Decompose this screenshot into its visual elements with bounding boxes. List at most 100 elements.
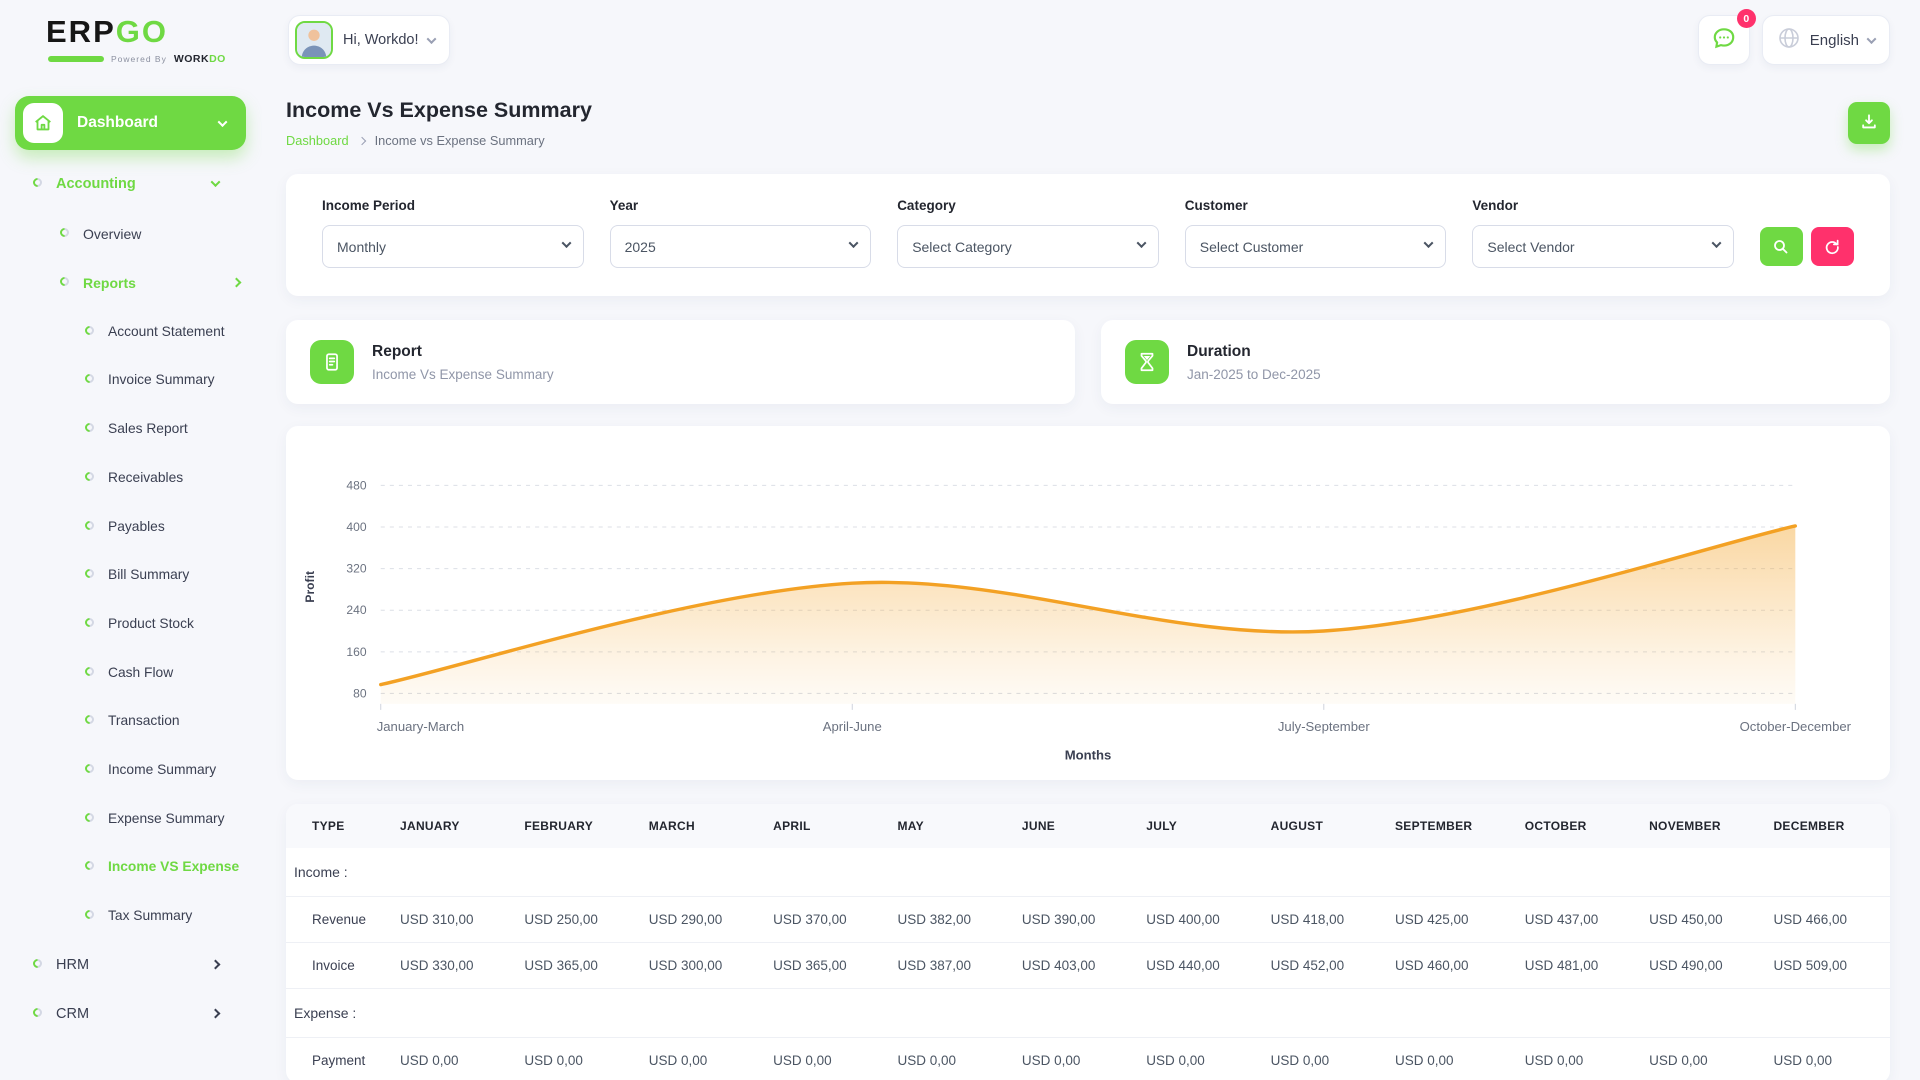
menu-bullet-icon [31, 1006, 44, 1020]
filter-field-category: Category Select Category [897, 198, 1159, 268]
sidebar-item-income-summary[interactable]: Income Summary [0, 746, 262, 795]
row-type: Invoice [286, 942, 392, 989]
breadcrumb-dashboard-link[interactable]: Dashboard [286, 133, 349, 148]
chevron-down-icon [217, 116, 228, 127]
duration-card-title: Duration [1187, 342, 1251, 360]
breadcrumb: Dashboard Income vs Expense Summary [286, 133, 592, 148]
sidebar-item-hrm[interactable]: HRM [0, 941, 262, 991]
notification-badge: 0 [1736, 9, 1756, 28]
search-button[interactable] [1759, 227, 1803, 266]
chevron-right-icon [210, 959, 221, 970]
income-period-select[interactable]: Monthly [322, 225, 584, 268]
sidebar-item-tax-summary[interactable]: Tax Summary [0, 892, 262, 941]
sidebar-item-accounting[interactable]: Accounting [0, 160, 262, 210]
column-header-february: FEBRUARY [516, 804, 641, 848]
cell-value: USD 300,00 [640, 942, 766, 989]
vendor-select[interactable]: Select Vendor [1472, 225, 1734, 268]
filter-field-customer: Customer Select Customer [1184, 198, 1447, 268]
logo-erp: ERP [46, 14, 116, 49]
cell-value: USD 0,00 [1262, 1037, 1387, 1080]
sidebar-item-receivables[interactable]: Receivables [0, 454, 262, 503]
select-wrap: 2025 [609, 225, 872, 268]
column-header-march: MARCH [640, 804, 766, 848]
report-card-text: Report Income Vs Expense Summary [372, 343, 554, 382]
sidebar-item-label: Sales Report [108, 421, 188, 437]
cell-value: USD 382,00 [889, 896, 1014, 943]
cell-value: USD 370,00 [765, 896, 890, 943]
sidebar-item-cash-flow[interactable]: Cash Flow [0, 649, 262, 698]
language-selector[interactable]: English [1761, 15, 1890, 65]
menu-bullet-icon [58, 225, 71, 239]
cell-value: USD 0,00 [1765, 1037, 1890, 1080]
sidebar-item-expense-summary[interactable]: Expense Summary [0, 795, 262, 844]
sidebar-item-crm[interactable]: CRM [0, 990, 262, 1040]
home-icon [23, 103, 63, 143]
filter-actions [1759, 227, 1854, 268]
dashboard-label: Dashboard [77, 114, 158, 131]
globe-icon [1777, 26, 1801, 54]
sidebar-item-bill-summary[interactable]: Bill Summary [0, 551, 262, 600]
column-header-april: APRIL [765, 804, 890, 848]
sidebar-item-label: Transaction [108, 713, 180, 729]
cell-value: USD 290,00 [640, 896, 766, 943]
cell-value: USD 452,00 [1262, 942, 1387, 989]
y-tick-label: 80 [353, 686, 367, 700]
sidebar-item-sales-report[interactable]: Sales Report [0, 405, 262, 454]
year-select[interactable]: 2025 [609, 225, 872, 268]
table-row-revenue: Revenue USD 310,00 USD 250,00 USD 290,00 USD… [286, 896, 1890, 943]
category-select[interactable]: Select Category [897, 225, 1159, 268]
sidebar-item-product-stock[interactable]: Product Stock [0, 600, 262, 649]
filter-label: Category [897, 198, 956, 213]
sidebar-item-invoice-summary[interactable]: Invoice Summary [0, 356, 262, 405]
page-header: Income Vs Expense Summary Dashboard Inco… [286, 98, 1890, 148]
sidebar-item-reports[interactable]: Reports [0, 259, 262, 308]
chevron-down-icon [210, 177, 221, 188]
notifications-button[interactable]: 0 [1697, 9, 1756, 65]
cell-value: USD 418,00 [1262, 896, 1387, 943]
download-button[interactable] [1848, 102, 1890, 144]
select-wrap: Select Category [897, 225, 1159, 268]
duration-card: Duration Jan-2025 to Dec-2025 [1101, 320, 1890, 404]
select-wrap: Monthly [322, 225, 584, 268]
x-tick-label: April-June [823, 719, 882, 734]
section-label: Income : [294, 864, 348, 880]
logo-bar [48, 56, 104, 62]
x-tick-label: October-December [1740, 719, 1852, 734]
column-header-type: TYPE [286, 804, 392, 848]
logo-text: ERPGO [46, 14, 262, 50]
duration-card-text: Duration Jan-2025 to Dec-2025 [1187, 343, 1321, 382]
filter-label: Vendor [1472, 198, 1519, 213]
reset-button[interactable] [1810, 227, 1854, 266]
menu-bullet-icon [83, 664, 96, 678]
y-tick-label: 240 [346, 603, 366, 617]
sidebar-item-label: Receivables [108, 469, 184, 485]
cell-value: USD 390,00 [1013, 896, 1139, 943]
section-label: Expense : [286, 988, 1890, 1038]
customer-select[interactable]: Select Customer [1184, 225, 1447, 268]
sidebar-item-label: Reports [83, 274, 136, 291]
sidebar-item-account-statement[interactable]: Account Statement [0, 308, 262, 357]
sidebar-item-label: Account Statement [108, 323, 225, 339]
chevron-down-icon [427, 33, 437, 44]
sidebar-item-transaction[interactable]: Transaction [0, 697, 262, 746]
sidebar-item-income-vs-expense[interactable]: Income VS Expense [0, 843, 262, 892]
sidebar-item-overview[interactable]: Overview [0, 210, 262, 259]
sidebar-item-label: Invoice Summary [108, 372, 215, 388]
menu-bullet-icon [83, 469, 96, 483]
sidebar-item-dashboard[interactable]: Dashboard [15, 96, 246, 150]
menu-bullet-icon [83, 567, 96, 581]
page-title: Income Vs Expense Summary [286, 98, 592, 122]
page-title-block: Income Vs Expense Summary Dashboard Inco… [286, 98, 592, 148]
report-card-subtitle: Income Vs Expense Summary [372, 366, 554, 382]
workdo-brand: WORKDO [174, 53, 226, 65]
user-menu-button[interactable]: Hi, Workdo! [288, 15, 451, 65]
chevron-right-icon [210, 1008, 221, 1019]
table-row-payment: Payment USD 0,00 USD 0,00 USD 0,00 USD 0,00 U… [286, 1037, 1890, 1080]
summary-cards: Report Income Vs Expense Summary Duratio… [286, 320, 1890, 404]
select-wrap: Select Customer [1184, 225, 1447, 268]
sidebar-item-payables[interactable]: Payables [0, 503, 262, 552]
column-header-august: AUGUST [1262, 804, 1387, 848]
sidebar-item-label: Accounting [56, 176, 136, 192]
report-card: Report Income Vs Expense Summary [286, 320, 1075, 404]
filter-field-year: Year 2025 [609, 198, 872, 268]
